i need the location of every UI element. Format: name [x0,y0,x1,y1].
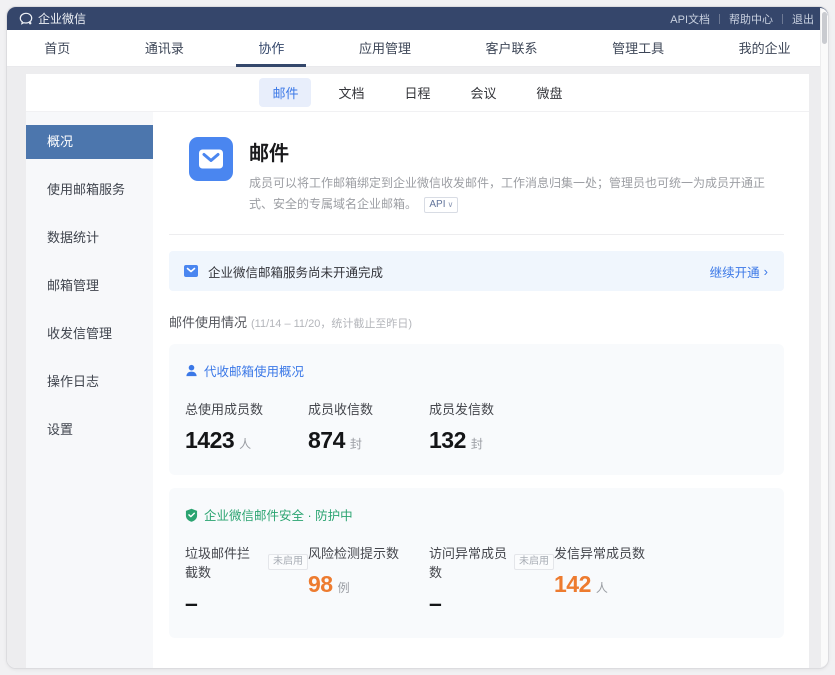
sidebar-item-mailbox-management[interactable]: 邮箱管理 [26,269,153,303]
nav-tab-my-company[interactable]: 我的企业 [717,30,813,67]
stat-value: 874 [308,427,345,454]
nav-tab-customer[interactable]: 客户联系 [464,30,560,67]
stat-label: 访问异常成员数 [429,543,508,581]
stat-unit: 人 [596,579,608,596]
service-section-label: 使用邮箱服务 [169,665,784,668]
topbar: 企业微信 API文档 帮助中心 退出 [7,7,828,30]
nav-tab-apps[interactable]: 应用管理 [337,30,433,67]
stat-value: – [429,590,441,617]
body-row: 概况 使用邮箱服务 数据统计 邮箱管理 收发信管理 操作日志 设置 [26,112,809,668]
stat-unit: 封 [350,435,362,452]
app-logo: 企业微信 [19,10,86,27]
header-texts: 邮件 成员可以将工作邮箱绑定到企业微信收发邮件，工作消息归集一处；管理员也可统一… [249,137,780,215]
stat-spam-blocked: 垃圾邮件拦截数 未启用 – [185,543,308,617]
description-text: 成员可以将工作邮箱绑定到企业微信收发邮件，工作消息归集一处；管理员也可统一为成员… [249,176,765,211]
mail-notice-icon [183,263,199,279]
activation-notice-bar: 企业微信邮箱服务尚未开通完成 继续开通 › [169,251,784,291]
subtab-docs[interactable]: 文档 [325,78,377,107]
api-tag-label: API [429,198,445,212]
proxy-card-header[interactable]: 代收邮箱使用概况 [185,361,764,380]
continue-activation-label: 继续开通 [710,262,760,281]
stat-label: 总使用成员数 [185,399,308,418]
user-icon [185,364,198,377]
stat-value: 98 [308,571,333,598]
sidebar-item-use-mail-service[interactable]: 使用邮箱服务 [26,173,153,207]
subtab-bar: 邮件 文档 日程 会议 微盘 [26,74,809,112]
topbar-links: API文档 帮助中心 退出 [670,11,814,27]
security-card-header[interactable]: 企业微信邮件安全 · 防护中 [185,505,764,524]
usage-period: (11/14 – 11/20，统计截止至昨日) [251,318,412,330]
mail-app-icon [189,137,233,181]
stat-value: 1423 [185,427,234,454]
logout-link[interactable]: 退出 [792,11,814,27]
chevron-down-icon: ∨ [447,198,453,212]
stat-unit: 人 [239,435,251,452]
stat-label: 风险检测提示数 [308,543,429,562]
mail-security-card: 企业微信邮件安全 · 防护中 垃圾邮件拦截数 未启用 – [169,488,784,638]
stat-label: 发信异常成员数 [554,543,764,562]
proxy-mailbox-card: 代收邮箱使用概况 总使用成员数 1423 人 成员收信 [169,344,784,475]
api-dropdown[interactable]: API ∨ [424,197,458,213]
page-title: 邮件 [249,137,780,166]
stat-mails-sent: 成员发信数 132 封 [429,399,764,454]
usage-section-label: 邮件使用情况 (11/14 – 11/20，统计截止至昨日) [169,312,784,331]
chevron-right-icon: › [764,264,768,279]
app-window: 企业微信 API文档 帮助中心 退出 首页 通讯录 协作 应用管理 客户联系 管… [6,6,829,669]
section-divider [169,234,784,235]
stat-label: 成员发信数 [429,399,764,418]
subtab-calendar[interactable]: 日程 [391,78,443,107]
subtab-drive[interactable]: 微盘 [524,78,576,107]
usage-title: 邮件使用情况 [169,315,247,330]
sidebar-item-send-receive[interactable]: 收发信管理 [26,317,153,351]
nav-tab-home[interactable]: 首页 [22,30,92,67]
help-center-link[interactable]: 帮助中心 [729,11,773,27]
shield-icon [185,508,198,522]
proxy-stats: 总使用成员数 1423 人 成员收信数 874 封 [185,399,764,454]
collaboration-panel: 邮件 文档 日程 会议 微盘 概况 使用邮箱服务 数据统计 邮箱管理 收发信管理… [26,74,809,668]
stat-abnormal-senders: 发信异常成员数 142 人 [554,543,764,617]
not-enabled-badge: 未启用 [268,554,308,570]
sidebar-item-statistics[interactable]: 数据统计 [26,221,153,255]
scrollbar-thumb[interactable] [822,12,827,44]
api-doc-link[interactable]: API文档 [670,11,710,27]
sidebar: 概况 使用邮箱服务 数据统计 邮箱管理 收发信管理 操作日志 设置 [26,112,153,668]
sidebar-item-overview[interactable]: 概况 [26,125,153,159]
wecom-bubble-icon [19,12,33,26]
stat-label: 垃圾邮件拦截数 [185,543,262,581]
stat-risk-alerts: 风险检测提示数 98 例 [308,543,429,617]
sidebar-item-operation-log[interactable]: 操作日志 [26,365,153,399]
main-content: 邮件 成员可以将工作邮箱绑定到企业微信收发邮件，工作消息归集一处；管理员也可统一… [153,112,809,668]
not-enabled-badge: 未启用 [514,554,554,570]
subtab-mail[interactable]: 邮件 [259,78,311,107]
stat-abnormal-access: 访问异常成员数 未启用 – [429,543,554,617]
nav-tab-tools[interactable]: 管理工具 [590,30,686,67]
nav-tab-collaboration[interactable]: 协作 [236,30,306,67]
stat-unit: 封 [471,435,483,452]
stat-mails-received: 成员收信数 874 封 [308,399,429,454]
stat-value: – [185,590,197,617]
continue-activation-link[interactable]: 继续开通 › [710,262,768,281]
sidebar-item-settings[interactable]: 设置 [26,413,153,447]
proxy-card-title: 代收邮箱使用概况 [204,361,304,380]
logo-text: 企业微信 [38,10,86,27]
vertical-scrollbar[interactable] [820,8,828,667]
security-stats: 垃圾邮件拦截数 未启用 – 风险检测提示数 98 [185,543,764,617]
content-area: 邮件 文档 日程 会议 微盘 概况 使用邮箱服务 数据统计 邮箱管理 收发信管理… [7,67,828,668]
security-card-title: 企业微信邮件安全 · 防护中 [204,505,353,524]
nav-tab-contacts[interactable]: 通讯录 [123,30,206,67]
subtab-meeting[interactable]: 会议 [458,78,510,107]
stat-value: 132 [429,427,466,454]
stat-total-members: 总使用成员数 1423 人 [185,399,308,454]
separator [719,14,720,24]
stat-value: 142 [554,571,591,598]
mail-app-header: 邮件 成员可以将工作邮箱绑定到企业微信收发邮件，工作消息归集一处；管理员也可统一… [189,137,780,215]
app-description: 成员可以将工作邮箱绑定到企业微信收发邮件，工作消息归集一处；管理员也可统一为成员… [249,173,780,215]
stat-label: 成员收信数 [308,399,429,418]
separator [782,14,783,24]
notice-text: 企业微信邮箱服务尚未开通完成 [208,262,383,281]
stat-unit: 例 [338,579,350,596]
main-nav: 首页 通讯录 协作 应用管理 客户联系 管理工具 我的企业 [7,30,828,67]
